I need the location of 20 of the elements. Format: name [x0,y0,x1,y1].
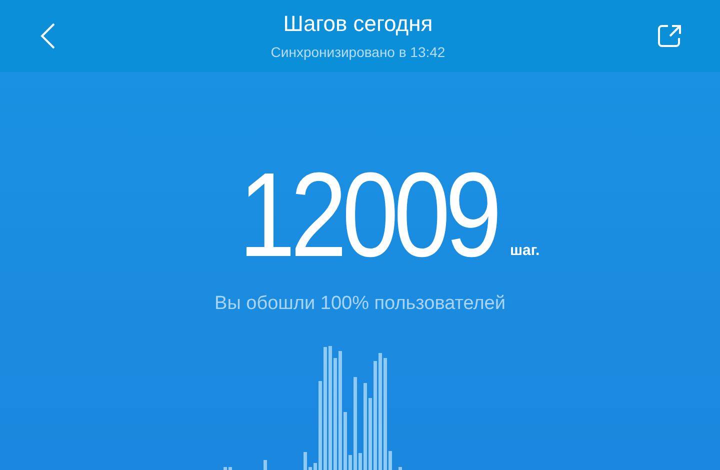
chart-bar [308,467,312,470]
step-count: 12009 [239,160,498,270]
chart-bar [398,467,402,470]
chart-bar [344,412,347,470]
chart-bar [224,467,227,470]
step-unit: шаг. [510,240,540,260]
chart-bar [264,460,267,470]
back-icon [40,22,56,50]
chart-bar [358,453,362,470]
share-button[interactable] [656,22,684,50]
chart-bar [314,463,317,470]
sync-time: Синхронизировано в 13:42 [270,42,446,62]
share-icon [657,23,683,49]
screen-title: Шагов сегодня [283,10,433,38]
chart-bar [228,467,232,470]
chart-bar [304,452,307,470]
rank-text: Вы обошли 100% пользователей [214,292,506,316]
chart-bar [348,455,352,470]
chart-bar [368,398,372,470]
chart-bar [388,451,392,470]
